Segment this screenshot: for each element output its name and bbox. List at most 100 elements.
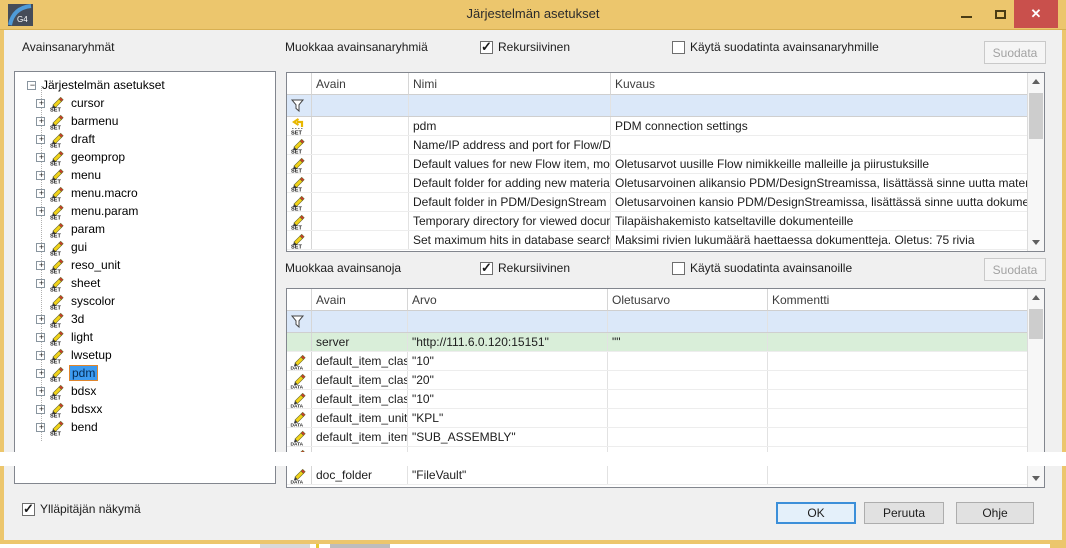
table-cell [768,352,1029,370]
tree-item-param[interactable]: SETparam [15,220,275,238]
groups-recursive-checkbox[interactable]: ✓ Rekursiivinen [480,41,570,54]
expand-icon[interactable]: + [36,99,45,108]
ok-button[interactable]: OK [776,502,856,524]
icon-column-header[interactable] [287,289,312,311]
tree-item-label: menu.macro [69,186,140,200]
column-header-oletusarvo[interactable]: Oletusarvo [608,289,768,311]
table-row[interactable]: SETName/IP address and port for Flow/De.… [287,136,1044,155]
keywords-filter-checkbox[interactable]: Käytä suodatinta avainsanoille [672,262,852,275]
minimize-button[interactable] [950,0,982,28]
column-header-avain[interactable]: Avain [312,289,408,311]
tree-item-sheet[interactable]: + SETsheet [15,274,275,292]
collapse-icon[interactable]: − [27,81,36,90]
table-row[interactable]: SETDefault folder in PDM/DesignStream fo… [287,193,1044,212]
column-header-nimi[interactable]: Nimi [409,73,611,95]
keywords-recursive-checkbox[interactable]: ✓ Rekursiivinen [480,262,570,275]
groups-filter-button[interactable]: Suodata [984,41,1046,64]
table-row[interactable]: DATAdefault_item_class..."10" [287,352,1044,371]
admin-view-checkbox[interactable]: ✓ Ylläpitäjän näkymä [22,503,141,516]
expand-icon[interactable]: + [36,387,45,396]
svg-text:DATA: DATA [291,403,304,408]
tree-item-lwsetup[interactable]: + SETlwsetup [15,346,275,364]
tree-item-draft[interactable]: + SETdraft [15,130,275,148]
tree-item-gui[interactable]: + SETgui [15,238,275,256]
scroll-thumb[interactable] [1029,93,1043,139]
column-header-kommentti[interactable]: Kommentti [768,289,1029,311]
table-cell [408,311,608,332]
tree-item-menu.param[interactable]: + SETmenu.param [15,202,275,220]
tree-item-light[interactable]: + SETlight [15,328,275,346]
table-row[interactable]: SETSet maximum hits in database search. … [287,231,1044,250]
svg-text:SET: SET [50,432,61,437]
tree-item-3d[interactable]: + SET3d [15,310,275,328]
table-row[interactable]: DATAdefault_item_class..."20" [287,371,1044,390]
close-button[interactable]: ✕ [1014,0,1058,28]
set-pencil-icon: SET [49,419,66,436]
scroll-thumb[interactable] [1029,309,1043,339]
tree-root-item[interactable]: − Järjestelmän asetukset [15,76,275,94]
table-cell: Default folder for adding new material i… [409,174,611,192]
icon-column-header[interactable] [287,73,312,95]
tree-item-cursor[interactable]: + SETcursor [15,94,275,112]
expand-icon[interactable]: + [36,207,45,216]
table-row[interactable]: SETTemporary directory for viewed docume… [287,212,1044,231]
table-cell [312,95,409,116]
expand-icon[interactable]: + [36,405,45,414]
expand-icon[interactable]: + [36,423,45,432]
filter-row[interactable] [287,95,1044,117]
column-header-avain[interactable]: Avain [312,73,409,95]
help-button[interactable]: Ohje [956,502,1034,524]
tree-item-barmenu[interactable]: + SETbarmenu [15,112,275,130]
expand-icon[interactable]: + [36,117,45,126]
scroll-up-icon[interactable] [1032,295,1040,300]
screenshot-artifact-band [0,452,1066,466]
table-row[interactable]: DATAdefault_item_class..."10" [287,390,1044,409]
expand-icon[interactable]: + [36,189,45,198]
tree-item-bdsx[interactable]: + SETbdsx [15,382,275,400]
table-cell [608,428,768,446]
table-row[interactable]: DATAdefault_item_item..."SUB_ASSEMBLY" [287,428,1044,447]
table-cell: default_item_class... [312,371,408,389]
scroll-down-icon[interactable] [1032,240,1040,245]
scroll-down-icon[interactable] [1032,476,1040,481]
expand-icon[interactable]: + [36,171,45,180]
expand-icon[interactable]: + [36,333,45,342]
column-header-arvo[interactable]: Arvo [408,289,608,311]
expand-icon[interactable]: + [36,279,45,288]
tree-root-label: Järjestelmän asetukset [40,78,167,92]
expand-icon[interactable]: + [36,351,45,360]
groups-filter-checkbox[interactable]: Käytä suodatinta avainsanaryhmille [672,41,879,54]
maximize-button[interactable] [984,0,1016,28]
tree-item-menu.macro[interactable]: + SETmenu.macro [15,184,275,202]
tree-item-bdsxx[interactable]: + SETbdsxx [15,400,275,418]
table-row[interactable]: SETDefault values for new Flow item, mod… [287,155,1044,174]
expand-icon[interactable]: + [36,135,45,144]
expand-icon[interactable]: + [36,261,45,270]
table-cell: default_item_class... [312,390,408,408]
tree-item-bend[interactable]: + SETbend [15,418,275,436]
keyword-groups-table[interactable]: AvainNimiKuvaus SETpdmPDM connection set… [286,72,1045,252]
table-header-row: AvainArvoOletusarvoKommentti [287,289,1044,311]
expand-icon[interactable]: + [36,243,45,252]
tree-item-syscolor[interactable]: SETsyscolor [15,292,275,310]
table-row[interactable]: DATAdoc_folder"FileVault" [287,466,1044,485]
table-row[interactable]: server"http://111.6.0.120:15151""" [287,333,1044,352]
table-row[interactable]: DATAdefault_item_unit"KPL" [287,409,1044,428]
tree-item-reso_unit[interactable]: + SETreso_unit [15,256,275,274]
expand-icon[interactable]: + [36,153,45,162]
table-row[interactable]: SETDefault folder for adding new materia… [287,174,1044,193]
filter-row[interactable] [287,311,1044,333]
keywords-filter-button[interactable]: Suodata [984,258,1046,281]
keyword-group-tree[interactable]: − Järjestelmän asetukset + SETcursor+ SE… [14,71,276,484]
tree-item-geomprop[interactable]: + SETgeomprop [15,148,275,166]
tree-item-pdm[interactable]: + SETpdm [15,364,275,382]
cancel-button[interactable]: Peruuta [864,502,944,524]
tree-item-menu[interactable]: + SETmenu [15,166,275,184]
table-row[interactable]: SETpdmPDM connection settings [287,117,1044,136]
expand-icon[interactable]: + [36,369,45,378]
scroll-up-icon[interactable] [1032,79,1040,84]
column-header-kuvaus[interactable]: Kuvaus [611,73,1029,95]
expand-icon[interactable]: + [36,315,45,324]
table-cell [608,352,768,370]
vertical-scrollbar[interactable] [1027,73,1044,251]
